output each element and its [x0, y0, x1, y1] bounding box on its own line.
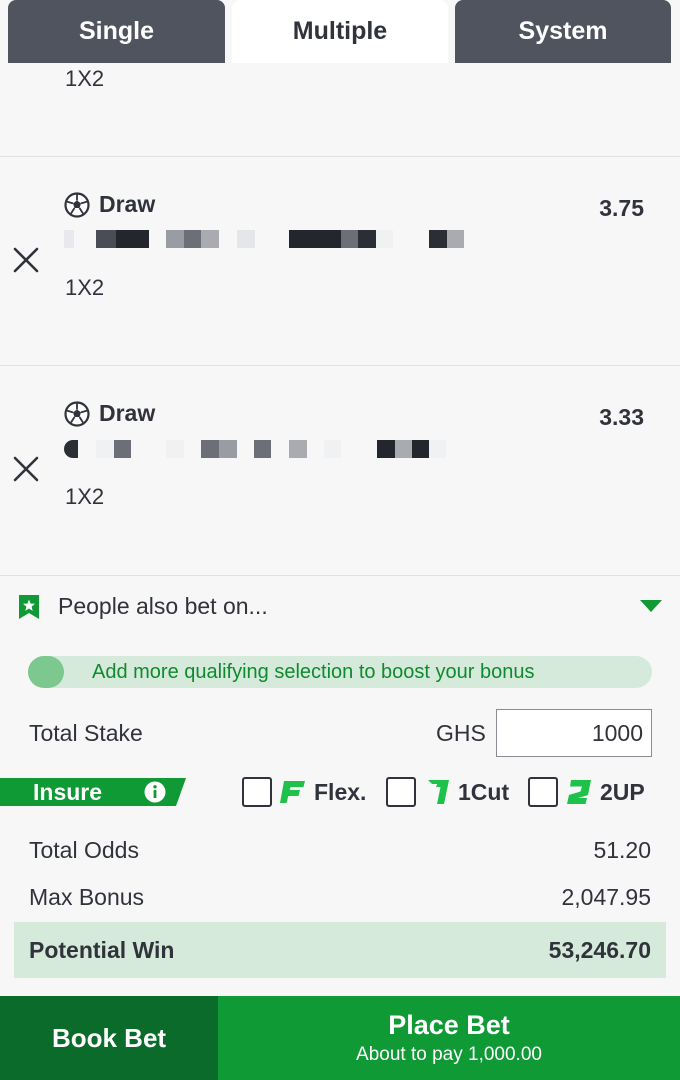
one-cut-icon — [428, 780, 449, 804]
tab-single[interactable]: Single — [8, 0, 225, 63]
potential-win-row: Potential Win 53,246.70 — [14, 922, 666, 978]
selection-pick-label: Draw — [99, 400, 156, 426]
insure-badge[interactable]: Insure — [0, 778, 186, 806]
place-bet-amount: About to pay 1,000.00 — [356, 1044, 542, 1065]
place-bet-label: Place Bet — [388, 1010, 510, 1040]
tab-multiple[interactable]: Multiple — [232, 0, 448, 63]
selection-pick-label: Draw — [99, 191, 156, 217]
one-cut-label: 1Cut — [458, 778, 510, 805]
flex-option[interactable]: Flex. — [242, 777, 366, 807]
info-icon[interactable] — [144, 781, 166, 803]
tab-system[interactable]: System — [455, 0, 671, 63]
selection-market: 1X2 — [65, 66, 105, 91]
remove-selection-close-icon[interactable] — [12, 455, 40, 483]
two-up-icon — [567, 780, 591, 804]
one-cut-option[interactable]: 1Cut — [386, 777, 509, 807]
remove-selection-close-icon[interactable] — [12, 246, 40, 274]
bet-selection: Draw 3.33 1X2 — [0, 366, 680, 574]
soccer-ball-icon — [64, 400, 90, 427]
max-bonus-value: 2,047.95 — [561, 884, 651, 910]
two-up-checkbox[interactable] — [528, 777, 558, 807]
bet-type-tabs: Single Multiple System — [0, 0, 680, 63]
selection-market: 1X2 — [65, 484, 105, 509]
selection-market: 1X2 — [65, 275, 105, 300]
two-up-option[interactable]: 2UP — [528, 777, 645, 807]
potential-win-label: Potential Win — [29, 937, 175, 963]
soccer-ball-icon — [64, 191, 90, 218]
bookmark-star-icon — [19, 595, 39, 619]
selection-odds: 3.33 — [599, 404, 644, 430]
selection-pick: Draw — [64, 191, 155, 218]
total-stake-label: Total Stake — [29, 720, 143, 746]
max-bonus-label: Max Bonus — [29, 884, 145, 910]
insure-label: Insure — [33, 779, 103, 805]
caret-down-icon[interactable] — [640, 600, 662, 612]
potential-win-value: 53,246.70 — [548, 937, 651, 963]
total-odds-value: 51.20 — [593, 837, 651, 863]
bonus-progress-fill — [28, 656, 64, 688]
bet-selection: 1X2 — [0, 63, 680, 156]
one-cut-checkbox[interactable] — [386, 777, 416, 807]
match-name-redacted — [64, 440, 464, 458]
place-bet-button[interactable]: Place Bet About to pay 1,000.00 — [218, 996, 680, 1080]
bonus-progress-bar: Add more qualifying selection to boost y… — [28, 656, 652, 688]
currency-label: GHS — [436, 720, 486, 746]
selection-pick: Draw — [64, 400, 155, 427]
selection-odds: 3.75 — [599, 195, 644, 221]
flex-label: Flex. — [314, 778, 367, 805]
book-bet-button[interactable]: Book Bet — [0, 996, 218, 1080]
bonus-message: Add more qualifying selection to boost y… — [92, 661, 535, 683]
two-up-label: 2UP — [600, 778, 645, 805]
bet-selection: Draw 3.75 1X2 — [0, 157, 680, 365]
match-name-redacted — [64, 230, 464, 248]
flex-icon — [280, 781, 305, 803]
people-also-bet-label: People also bet on... — [58, 593, 268, 619]
flex-checkbox[interactable] — [242, 777, 272, 807]
stake-input[interactable] — [496, 709, 652, 757]
total-odds-label: Total Odds — [29, 837, 139, 863]
